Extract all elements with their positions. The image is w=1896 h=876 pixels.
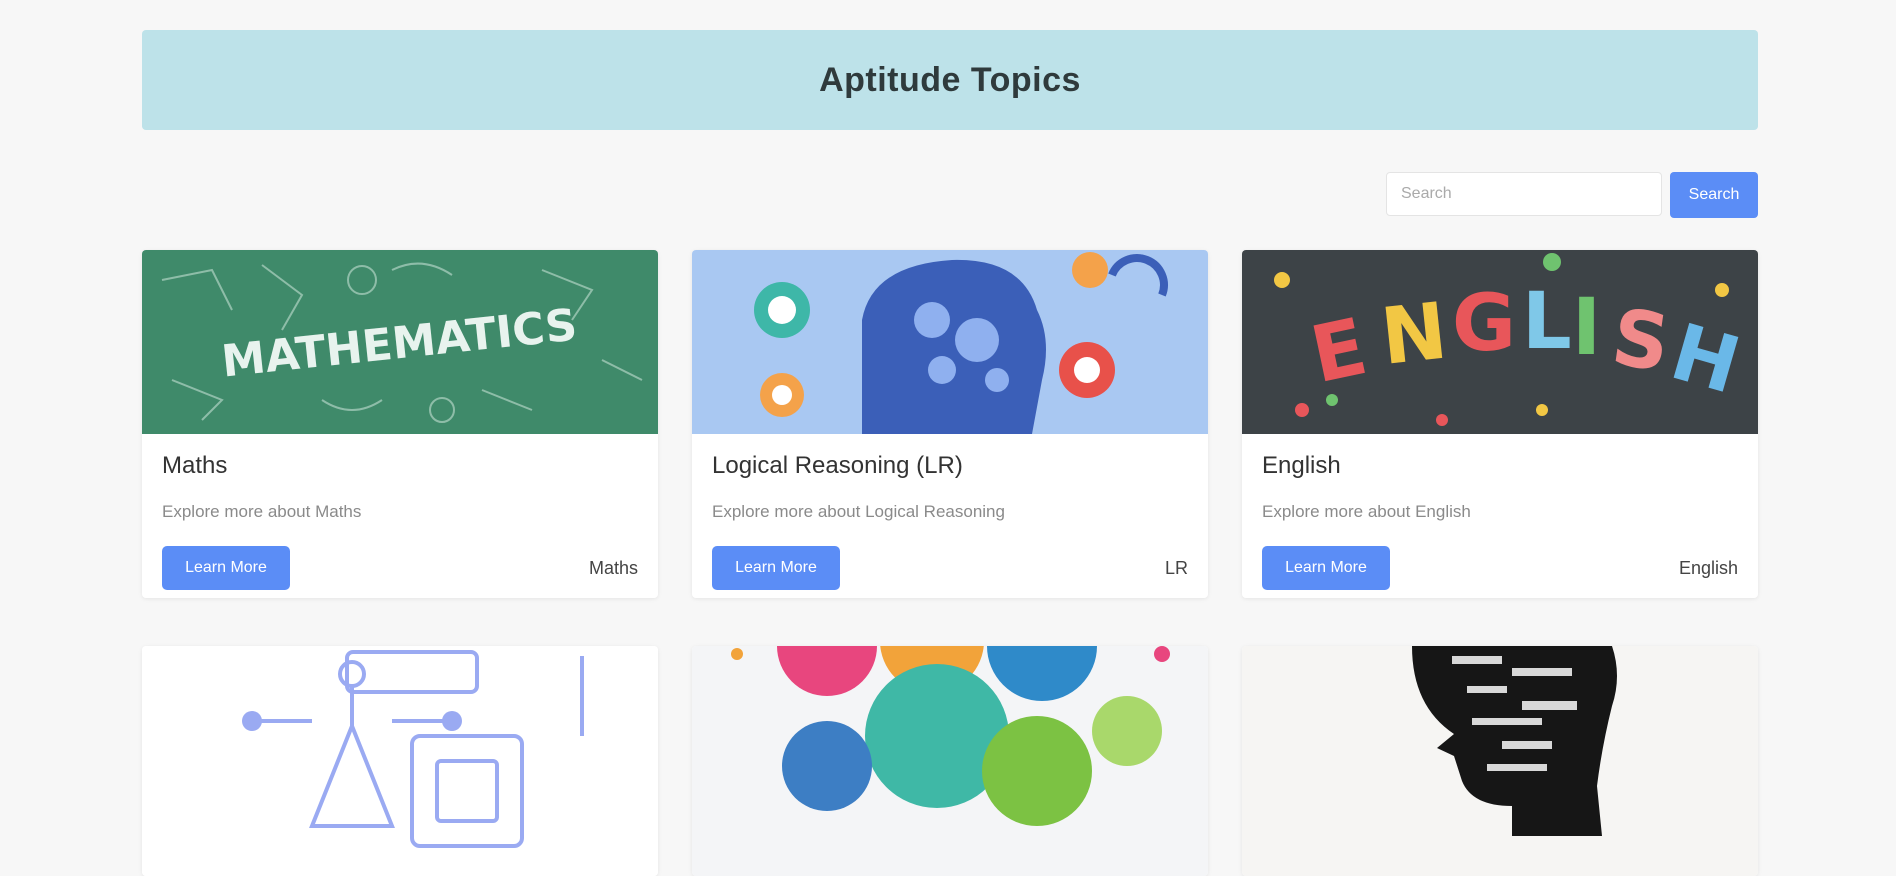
topic-card-4 (142, 646, 658, 876)
svg-text:G: G (1452, 279, 1516, 369)
search-input[interactable] (1386, 172, 1662, 216)
card-tag: LR (1164, 557, 1188, 578)
card-tag: English (1678, 557, 1738, 578)
ai-chip-illustration-image (142, 646, 658, 876)
card-tag: Maths (588, 557, 638, 578)
topic-card-maths: MATHEMATICS Maths Explore more about Mat… (142, 250, 658, 598)
learn-more-button[interactable]: Learn More (162, 546, 290, 590)
learn-more-button[interactable]: Learn More (712, 546, 840, 590)
svg-text:I: I (1572, 283, 1601, 373)
card-title: Logical Reasoning (LR) (712, 452, 963, 479)
card-description: Explore more about Maths (162, 502, 362, 521)
search-button[interactable]: Search (1670, 172, 1758, 218)
brain-gears-image (692, 250, 1208, 434)
card-title: Maths (162, 452, 228, 479)
topic-card-5 (692, 646, 1208, 876)
card-description: Explore more about English (1262, 502, 1471, 521)
topic-card-english: E N G L I S H English Explore more about… (1242, 250, 1758, 598)
page-title: Aptitude Topics (819, 60, 1081, 99)
search-bar: Search (1386, 172, 1758, 218)
colored-icon-circles-image (692, 646, 1208, 876)
card-description: Explore more about Logical Reasoning (712, 502, 1005, 521)
page-header-banner: Aptitude Topics (142, 30, 1758, 130)
topic-card-6 (1242, 646, 1758, 876)
svg-text:N: N (1377, 287, 1451, 383)
learn-more-button[interactable]: Learn More (1262, 546, 1390, 590)
svg-text:L: L (1522, 277, 1572, 367)
card-title: English (1262, 452, 1341, 479)
maths-chalkboard-image: MATHEMATICS (142, 250, 658, 434)
english-letters-image: E N G L I S H (1242, 250, 1758, 434)
head-silhouette-words-image (1242, 646, 1758, 876)
topic-card-logical-reasoning: Logical Reasoning (LR) Explore more abou… (692, 250, 1208, 598)
